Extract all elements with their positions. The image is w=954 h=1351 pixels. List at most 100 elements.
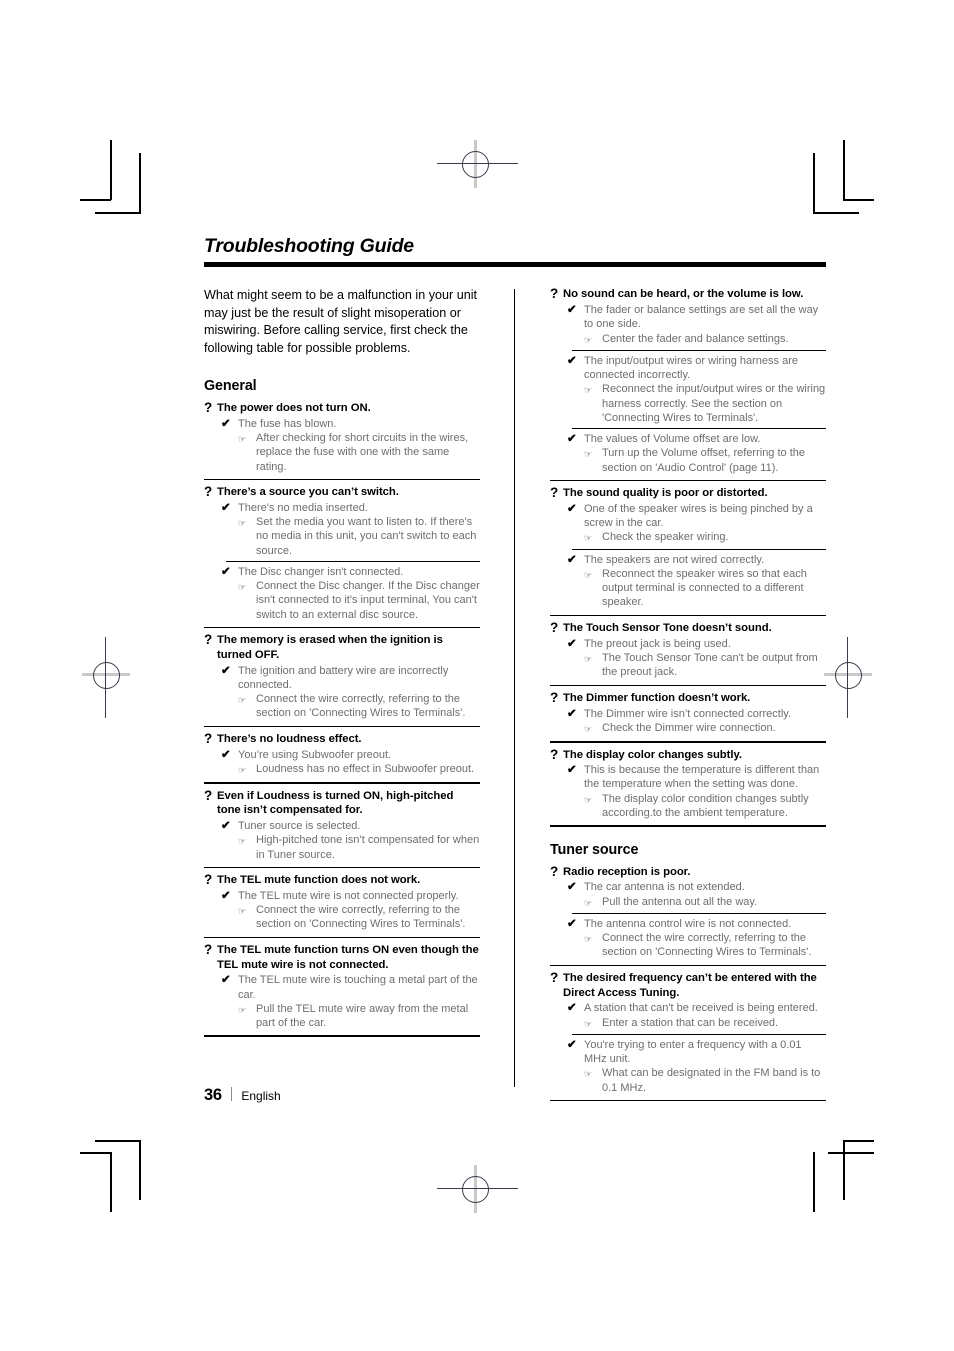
- cause-row: ✔ Tuner source is selected.: [204, 819, 480, 833]
- footer-language: English: [241, 1089, 281, 1103]
- problem-list-audio: ? No sound can be heard, or the volume is…: [550, 287, 826, 827]
- registration-mark-bottom-circle: [462, 1176, 489, 1203]
- crop-mark-top-left-outer-v: [110, 140, 112, 200]
- action-text: Check the speaker wiring.: [602, 531, 729, 544]
- problem-separator-rule: [550, 614, 826, 617]
- pointing-hand-glyph: ☞: [238, 765, 246, 776]
- action-row: ☞ Reconnect the speaker wires so that eac…: [550, 567, 826, 610]
- footer-page-number: 36: [204, 1086, 222, 1104]
- problem-separator-rule: [204, 782, 480, 784]
- cause-row: ✔ The preout jack is being used.: [550, 637, 826, 651]
- problem-separator-rule: [550, 479, 826, 482]
- pointing-hand-glyph: ☞: [238, 582, 246, 593]
- cause-text: Tuner source is selected.: [238, 819, 361, 832]
- pointing-hand-icon: ☞: [238, 833, 256, 848]
- left-column: What might seem to be a malfunction in y…: [204, 287, 480, 1041]
- problem-separator-rule: [204, 866, 480, 869]
- checkmark-icon: ✔: [567, 764, 577, 777]
- action-text: Loudness has no effect in Subwoofer preo…: [256, 763, 475, 776]
- cause-row: ✔ You're trying to enter a frequency with…: [550, 1038, 826, 1067]
- section-heading-general: General: [204, 378, 257, 395]
- problem-separator-rule: [204, 627, 480, 629]
- problem-block: ? The Dimmer function doesn’t work. ✔ The D…: [550, 684, 826, 737]
- problem-separator-rule: [550, 684, 826, 687]
- registration-mark-top-circle: [462, 151, 489, 178]
- section-heading-tuner-source: Tuner source: [550, 841, 639, 858]
- cause-block: ✔ The fader or balance settings are set a…: [550, 303, 826, 347]
- crop-mark-bottom-right-outer-v: [813, 1152, 815, 1212]
- cause-text: The speakers are not wired correctly.: [584, 553, 765, 566]
- problem-block: ? Radio reception is poor. ✔ The car antenn…: [550, 863, 826, 960]
- action-row: ☞ After checking for short circuits in th…: [204, 431, 480, 474]
- checkmark-icon: ✔: [567, 881, 577, 894]
- cause-block: ✔ A station that can't be received is bei…: [550, 1001, 826, 1031]
- cause-block: ✔ The fuse has blown. ☞ After checking for …: [204, 417, 480, 474]
- pointing-hand-icon: ☞: [238, 579, 256, 594]
- action-row: ☞ Pull the antenna out all the way.: [550, 895, 826, 910]
- problem-question-text: There’s a source you can’t switch.: [217, 486, 399, 499]
- problem-block: ? The display color changes subtly. ✔ This …: [550, 741, 826, 827]
- cause-text: The ignition and battery wire are incorr…: [238, 664, 449, 691]
- action-text: Reconnect the input/output wires or the …: [602, 383, 826, 424]
- problem-question-row: ? The sound quality is poor or distorted.: [550, 486, 826, 501]
- cause-block: ✔ One of the speaker wires is being pinch…: [550, 502, 826, 546]
- question-mark-icon: ?: [204, 787, 213, 803]
- cause-row: ✔ The ignition and battery wire are incor…: [204, 664, 480, 693]
- action-row: ☞ Turn up the Volume offset, referring to…: [550, 446, 826, 475]
- cause-block: ✔ Tuner source is selected. ☞ High-pitched …: [204, 819, 480, 862]
- question-mark-icon: ?: [550, 863, 559, 879]
- crop-mark-bottom-left-outer-v: [110, 1152, 112, 1212]
- pointing-hand-icon: ☞: [584, 1016, 602, 1031]
- cause-row: ✔ There's no media inserted.: [204, 501, 480, 515]
- action-row: ☞ What can be designated in the FM band i…: [550, 1066, 826, 1095]
- action-text: High-pitched tone isn’t compensated for …: [256, 834, 480, 861]
- checkmark-icon: ✔: [567, 637, 577, 650]
- crop-mark-top-right-inner-h: [813, 212, 859, 214]
- problem-block: ? Even if Loudness is turned ON, high-pit…: [204, 782, 480, 861]
- problem-question-row: ? There’s a source you can’t switch.: [204, 485, 480, 500]
- action-row: ☞ Enter a station that can be received.: [550, 1016, 826, 1031]
- problem-question-text: The TEL mute function does not work.: [217, 874, 421, 887]
- question-mark-icon: ?: [204, 400, 213, 416]
- problem-list-general: ? The power does not turn ON. ✔ The fuse ha…: [204, 400, 480, 1037]
- pointing-hand-icon: ☞: [584, 721, 602, 736]
- pointing-hand-glyph: ☞: [584, 1018, 592, 1029]
- cause-block: ✔ The antenna control wire is not connect…: [550, 912, 826, 960]
- pointing-hand-icon: ☞: [238, 431, 256, 446]
- cause-block: ✔ The input/output wires or wiring harnes…: [550, 349, 826, 425]
- problem-question-row: ? The Dimmer function doesn’t work.: [550, 690, 826, 706]
- checkmark-icon: ✔: [221, 889, 231, 902]
- crop-mark-bottom-left-inner-v: [139, 1140, 141, 1200]
- action-text: Center the fader and balance settings.: [602, 332, 789, 345]
- cause-row: ✔ The speakers are not wired correctly.: [550, 553, 826, 567]
- action-row: ☞ Center the fader and balance settings.: [550, 332, 826, 347]
- action-row: ☞ Set the media you want to listen to. If…: [204, 515, 480, 558]
- cause-text: The fader or balance settings are set al…: [584, 304, 819, 331]
- footer-divider: [230, 1087, 233, 1101]
- cause-separator-rule: [572, 428, 826, 429]
- cause-separator-rule: [572, 349, 826, 351]
- checkmark-icon: ✔: [567, 502, 577, 515]
- pointing-hand-icon: ☞: [584, 382, 602, 397]
- pointing-hand-glyph: ☞: [584, 385, 592, 396]
- question-mark-icon: ?: [204, 731, 213, 747]
- action-text: Enter a station that can be received.: [602, 1016, 779, 1029]
- cause-text: The TEL mute wire is not connected prope…: [238, 889, 459, 902]
- action-row: ☞ Connect the wire correctly, referring t…: [204, 903, 480, 932]
- crop-mark-top-right-inner-v: [813, 153, 815, 213]
- pointing-hand-icon: ☞: [238, 515, 256, 530]
- cause-text: The Dimmer wire isn’t connected correctl…: [584, 707, 792, 720]
- pointing-hand-glyph: ☞: [584, 569, 592, 580]
- problem-block: ? The sound quality is poor or distorted.…: [550, 479, 826, 610]
- cause-row: ✔ One of the speaker wires is being pinch…: [550, 502, 826, 531]
- cause-row: ✔ The TEL mute wire is not connected prop…: [204, 889, 480, 903]
- problem-closing-rule: [204, 1035, 480, 1037]
- pointing-hand-icon: ☞: [584, 332, 602, 347]
- action-text: The display color condition changes subt…: [602, 792, 809, 820]
- page-content: Troubleshooting Guide What might seem to…: [204, 235, 826, 1106]
- cause-block: ✔ This is because the temperature is diff…: [550, 763, 826, 820]
- pointing-hand-glyph: ☞: [584, 1069, 592, 1080]
- cause-block: ✔ The car antenna is not extended. ☞ Pull t…: [550, 880, 826, 910]
- page-title: Troubleshooting Guide: [204, 235, 414, 257]
- action-text: Reconnect the speaker wires so that each…: [602, 567, 807, 609]
